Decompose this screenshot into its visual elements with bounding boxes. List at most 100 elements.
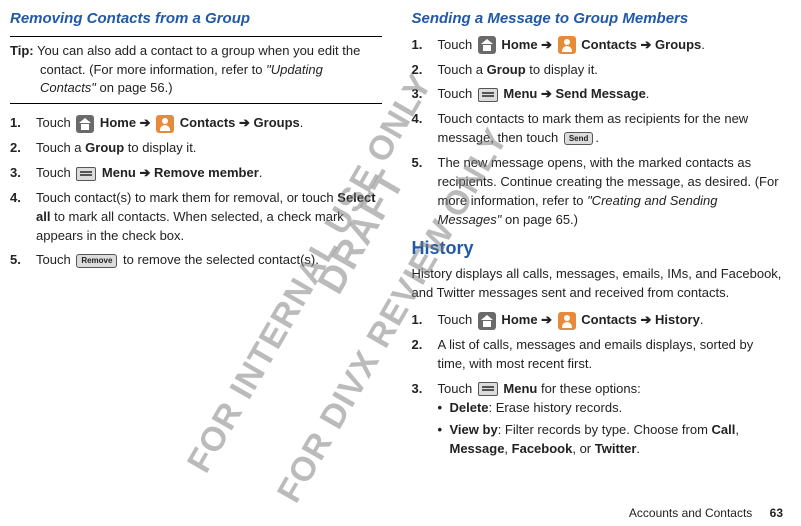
text: Touch	[36, 252, 74, 267]
text-end: .	[701, 37, 705, 52]
text: Touch a	[36, 140, 85, 155]
step-body: A list of calls, messages and emails dis…	[438, 336, 784, 374]
text: .	[259, 165, 263, 180]
option-viewby: • View by: Filter records by type. Choos…	[438, 421, 784, 459]
step-number: 4.	[10, 189, 36, 246]
step-number: 3.	[412, 85, 438, 104]
remove-button-icon: Remove	[76, 254, 117, 268]
text-bold: Group	[487, 62, 526, 77]
section-title-remove: Removing Contacts from a Group	[10, 8, 382, 30]
tip-text-line2: contact. (For more information, refer to…	[10, 61, 382, 99]
step-body: Touch contact(s) to mark them for remova…	[36, 189, 382, 246]
option-name: View by	[450, 422, 498, 437]
left-column: Removing Contacts from a Group Tip: You …	[10, 8, 382, 518]
text: Touch a	[438, 62, 487, 77]
step-body: Touch Remove to remove the selected cont…	[36, 251, 382, 270]
step-body: Touch Menu ➔ Remove member.	[36, 164, 382, 183]
option-body: Delete: Erase history records.	[450, 399, 623, 418]
step-number: 2.	[10, 139, 36, 158]
step-number: 1.	[10, 114, 36, 133]
text: Touch	[438, 312, 476, 327]
contacts-icon	[558, 36, 576, 54]
contacts-icon	[558, 312, 576, 330]
text: Touch	[438, 381, 476, 396]
home-icon	[478, 36, 496, 54]
menu-icon	[76, 167, 96, 181]
step-body: Touch Home ➔ Contacts ➔ History.	[438, 311, 784, 330]
text-contacts: Contacts ➔ Groups	[578, 37, 702, 52]
text: Touch	[438, 37, 476, 52]
tip-block: Tip: You can also add a contact to a gro…	[10, 36, 382, 105]
step-2: 2. A list of calls, messages and emails …	[412, 336, 784, 374]
step-1: 1. Touch Home ➔ Contacts ➔ Groups.	[10, 114, 382, 133]
text: Touch	[36, 115, 74, 130]
page-footer: Accounts and Contacts 63	[629, 506, 783, 520]
step-number: 1.	[412, 36, 438, 55]
text-bold: Menu ➔ Remove member	[98, 165, 258, 180]
step-number: 5.	[412, 154, 438, 229]
home-icon	[76, 115, 94, 133]
step-5: 5. The new message opens, with the marke…	[412, 154, 784, 229]
step-number: 2.	[412, 336, 438, 374]
t: Call	[712, 422, 736, 437]
step-body: Touch a Group to display it.	[36, 139, 382, 158]
step-number: 3.	[412, 380, 438, 463]
footer-page-number: 63	[770, 506, 783, 520]
step-3: 3. Touch Menu ➔ Send Message.	[412, 85, 784, 104]
option-desc: : Erase history records.	[489, 400, 623, 415]
text-contacts: Contacts ➔ Groups	[176, 115, 300, 130]
text-bold: Group	[85, 140, 124, 155]
step-body: The new message opens, with the marked c…	[438, 154, 784, 229]
text-bold: Menu ➔ Send Message	[500, 86, 646, 101]
step-4: 4. Touch contact(s) to mark them for rem…	[10, 189, 382, 246]
step-5: 5. Touch Remove to remove the selected c…	[10, 251, 382, 270]
tip-text: You can also add a contact to a group wh…	[37, 43, 360, 58]
tip-label: Tip:	[10, 43, 34, 58]
steps-remove: 1. Touch Home ➔ Contacts ➔ Groups. 2. To…	[10, 114, 382, 270]
t: Message	[450, 441, 505, 456]
text: Touch contact(s) to mark them for remova…	[36, 190, 337, 205]
tip-text-2a: contact. (For more information, refer to	[40, 62, 266, 77]
history-heading: History	[412, 235, 784, 261]
text-home: Home ➔	[498, 312, 556, 327]
t: : Filter records by type. Choose from	[498, 422, 712, 437]
step-1: 1. Touch Home ➔ Contacts ➔ Groups.	[412, 36, 784, 55]
footer-section: Accounts and Contacts	[629, 506, 752, 520]
option-delete: • Delete: Erase history records.	[438, 399, 784, 418]
step-body: Touch Home ➔ Contacts ➔ Groups.	[438, 36, 784, 55]
t: Facebook	[512, 441, 573, 456]
bullet: •	[438, 399, 450, 418]
step-number: 2.	[412, 61, 438, 80]
step-3: 3. Touch Menu for these options: • Delet…	[412, 380, 784, 463]
text-end: .	[300, 115, 304, 130]
option-body: View by: Filter records by type. Choose …	[450, 421, 784, 459]
step-number: 4.	[412, 110, 438, 148]
text-home: Home ➔	[498, 37, 556, 52]
t: , or	[572, 441, 594, 456]
step-body: Touch Home ➔ Contacts ➔ Groups.	[36, 114, 382, 133]
text: Touch	[36, 165, 74, 180]
steps-history: 1. Touch Home ➔ Contacts ➔ History. 2. A…	[412, 311, 784, 463]
step-4: 4. Touch contacts to mark them as recipi…	[412, 110, 784, 148]
contacts-icon	[156, 115, 174, 133]
t: ,	[504, 441, 511, 456]
menu-icon	[478, 88, 498, 102]
text-home: Home ➔	[96, 115, 154, 130]
step-body: Touch a Group to display it.	[438, 61, 784, 80]
text: to remove the selected contact(s).	[119, 252, 318, 267]
step-number: 3.	[10, 164, 36, 183]
section-title-send: Sending a Message to Group Members	[412, 8, 784, 30]
bullet: •	[438, 421, 450, 459]
option-name: Delete	[450, 400, 489, 415]
text: Touch	[438, 86, 476, 101]
step-body: Touch contacts to mark them as recipient…	[438, 110, 784, 148]
home-icon	[478, 312, 496, 330]
page-content: Removing Contacts from a Group Tip: You …	[0, 0, 801, 526]
tip-text-2b: on page 56.)	[96, 80, 173, 95]
history-paragraph: History displays all calls, messages, em…	[412, 265, 784, 303]
menu-icon	[478, 382, 498, 396]
text: to display it.	[124, 140, 196, 155]
text: for these options:	[537, 381, 640, 396]
text-end: .	[700, 312, 704, 327]
text: to display it.	[526, 62, 598, 77]
